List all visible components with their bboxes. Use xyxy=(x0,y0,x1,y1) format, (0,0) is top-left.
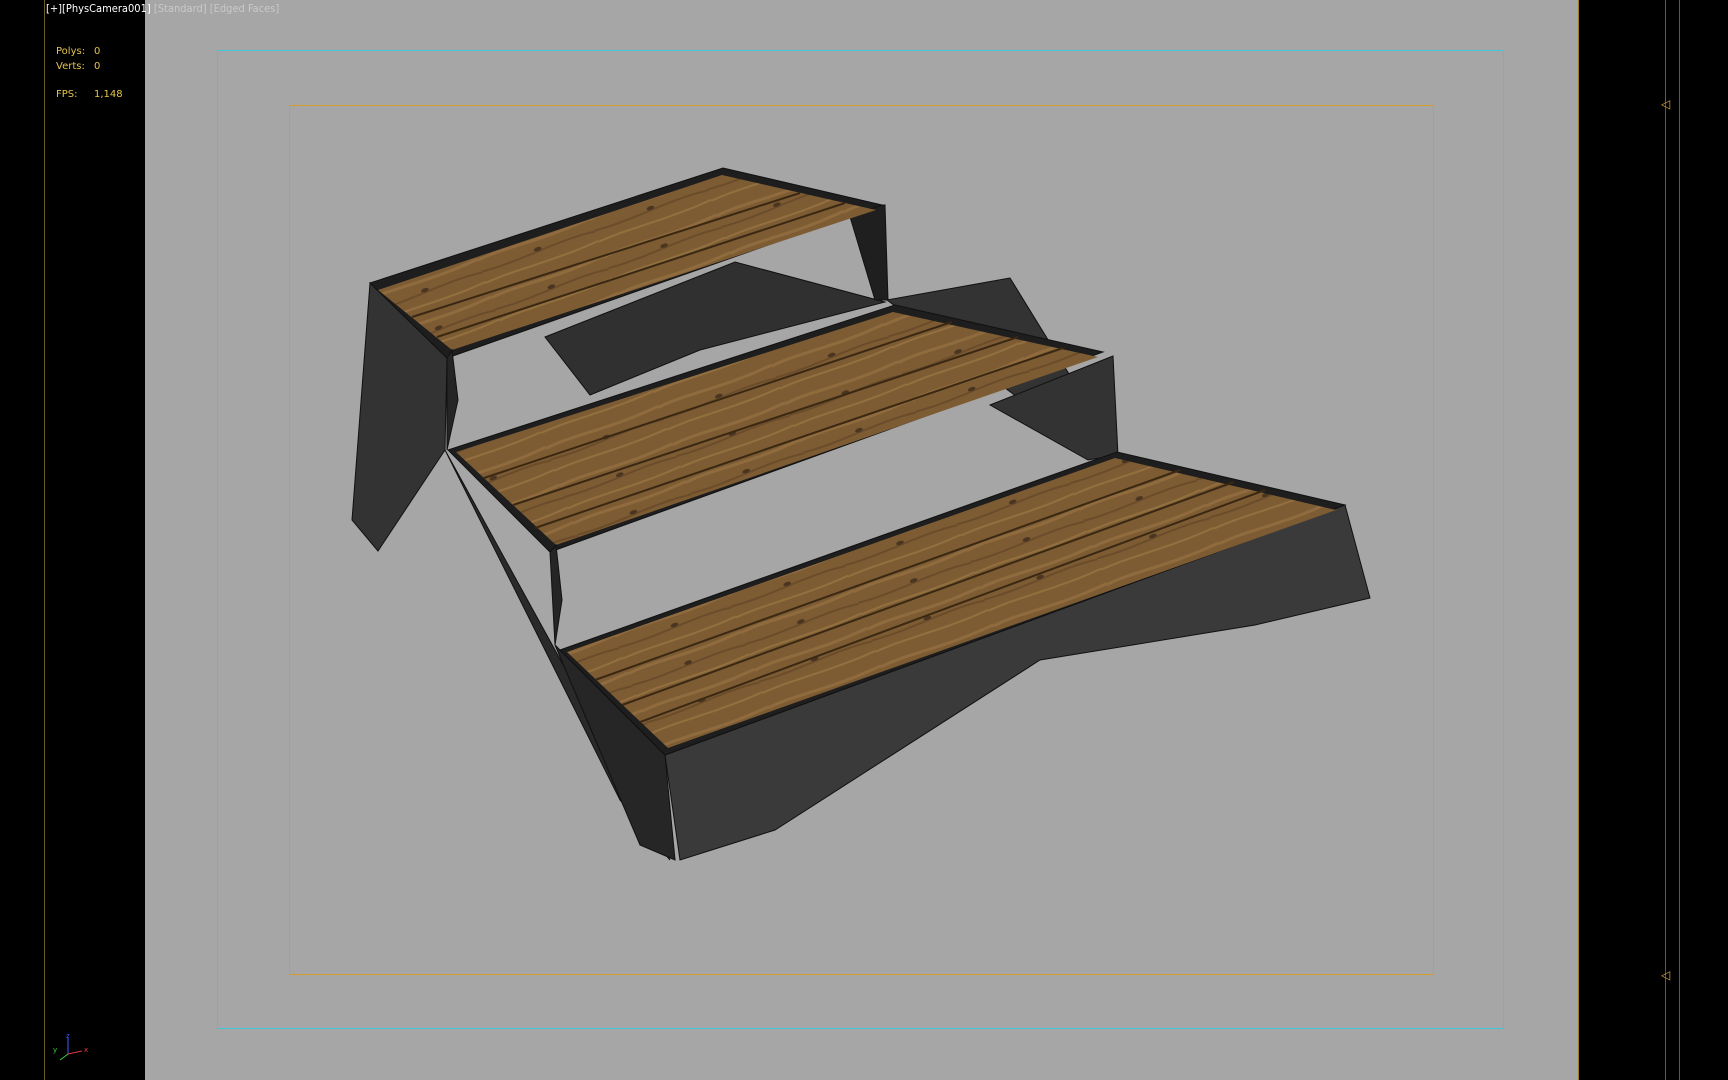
stairs-model[interactable] xyxy=(0,0,1728,1080)
axis-z-label: z xyxy=(66,1032,70,1040)
axis-y-label: y xyxy=(53,1046,57,1054)
axis-tripod-icon: z x y xyxy=(53,1032,88,1061)
axis-x-label: x xyxy=(84,1046,88,1054)
